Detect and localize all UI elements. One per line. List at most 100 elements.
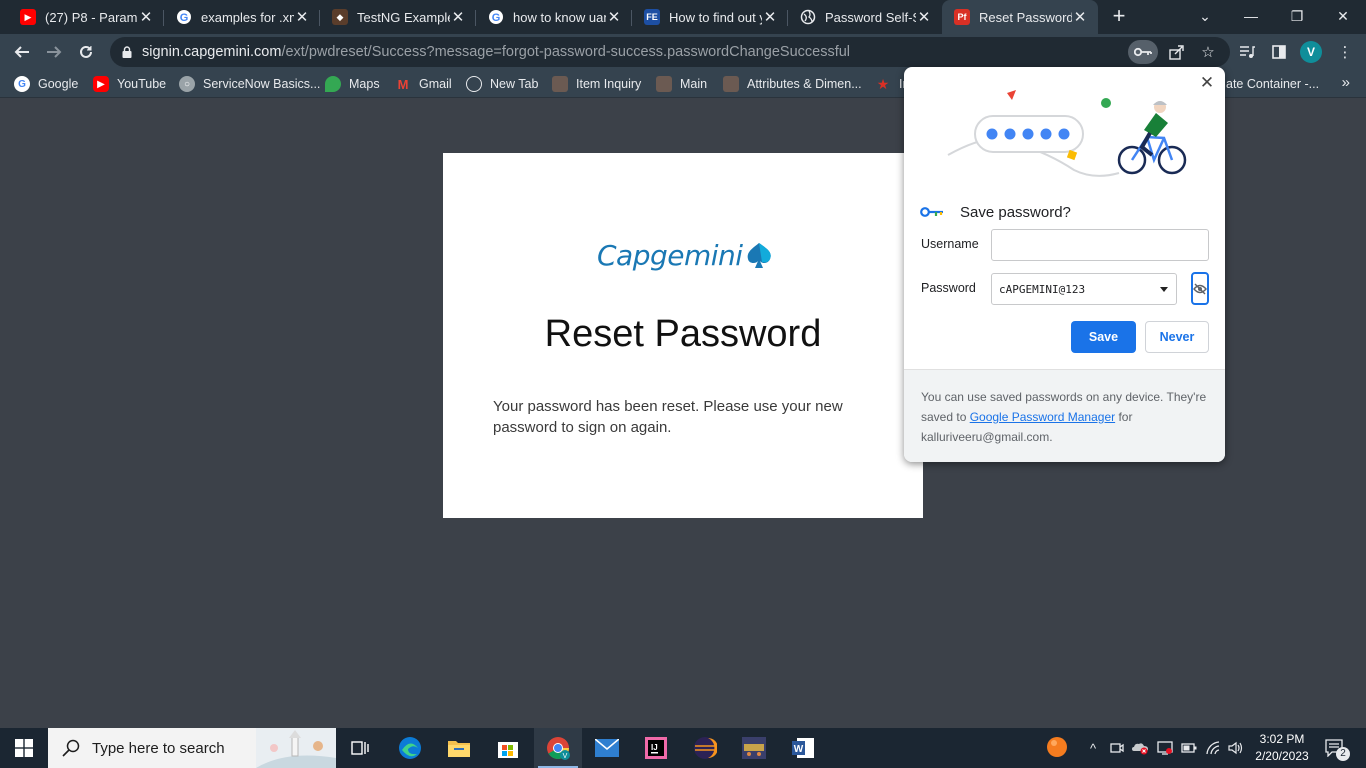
reload-button[interactable] <box>72 38 100 66</box>
tab-strip: ▶ (27) P8 - Paramet ✕ G examples for .xm… <box>0 0 1366 34</box>
close-icon[interactable]: ✕ <box>1072 8 1088 26</box>
close-icon[interactable]: ✕ <box>606 8 622 26</box>
bookmark-attributes[interactable]: Attributes & Dimen... <box>723 75 862 93</box>
bookmark-label: ate Container -... <box>1226 77 1320 91</box>
tab-fe[interactable]: FE How to find out y ✕ <box>632 0 788 34</box>
dialog-title: Save password? <box>960 203 1071 221</box>
clock-date: 2/20/2023 <box>1255 749 1309 763</box>
bookmark-google[interactable]: G Google <box>14 75 78 93</box>
tab-password-self-service[interactable]: Password Self-Se ✕ <box>788 0 942 34</box>
tab-title: (27) P8 - Paramet <box>45 9 138 25</box>
close-icon[interactable]: ✕ <box>138 8 154 26</box>
tab-reset-password[interactable]: Pf Reset Password ✕ <box>942 0 1098 34</box>
svg-text:IJ: IJ <box>651 743 658 752</box>
orange-app-icon[interactable] <box>1046 736 1068 758</box>
system-clock[interactable]: 3:02 PM 2/20/2023 <box>1247 731 1317 765</box>
task-view-button[interactable] <box>336 728 384 768</box>
bookmark-star-icon[interactable]: ☆ <box>1198 42 1218 62</box>
file-explorer-app[interactable] <box>435 728 483 768</box>
bookmark-youtube[interactable]: ▶ YouTube <box>93 75 166 93</box>
mail-app[interactable] <box>583 728 631 768</box>
kebab-menu-icon[interactable]: ⋮ <box>1335 42 1355 62</box>
cyclist-illustration <box>947 90 1187 177</box>
item-icon <box>552 76 568 92</box>
never-button[interactable]: Never <box>1145 321 1209 353</box>
close-icon[interactable]: ✕ <box>916 8 932 26</box>
save-button[interactable]: Save <box>1071 321 1136 353</box>
password-select[interactable]: cAPGEMINI@123 <box>991 273 1177 305</box>
google-icon: G <box>488 9 504 25</box>
intellij-icon: IJ <box>645 737 667 759</box>
close-icon[interactable]: ✕ <box>450 8 466 26</box>
chrome-app[interactable]: V <box>534 728 582 768</box>
tab-testng[interactable]: ◆ TestNG Examples ✕ <box>320 0 476 34</box>
search-highlight-art <box>256 728 336 768</box>
spade-icon <box>747 243 771 268</box>
wifi-icon[interactable] <box>1203 738 1223 758</box>
password-key-icon[interactable] <box>1128 40 1158 64</box>
tab-google-xml[interactable]: G examples for .xml ✕ <box>164 0 320 34</box>
bookmarks-overflow-icon[interactable]: » <box>1342 74 1350 91</box>
volume-icon[interactable] <box>1226 738 1246 758</box>
tab-title: TestNG Examples <box>357 9 450 25</box>
game-app[interactable] <box>730 728 778 768</box>
microsoft-store-app[interactable] <box>484 728 532 768</box>
bookmark-item-inquiry[interactable]: Item Inquiry <box>552 75 641 93</box>
tab-title: how to know uan <box>513 9 606 25</box>
windows-taskbar: Type here to search V IJ W ^ 3:02 PM 2/2… <box>0 728 1366 768</box>
close-icon[interactable]: ✕ <box>294 8 310 26</box>
forward-button[interactable] <box>40 38 68 66</box>
youtube-icon: ▶ <box>93 76 109 92</box>
dropdown-caret-icon <box>1160 286 1168 292</box>
onedrive-icon[interactable] <box>1130 738 1150 758</box>
bookmark-label: Main <box>680 77 708 91</box>
bookmark-maps[interactable]: Maps <box>325 75 380 93</box>
minimize-button[interactable]: — <box>1228 0 1274 32</box>
address-bar[interactable]: signin.capgemini.com/ext/pwdreset/Succes… <box>110 37 1230 67</box>
bookmark-servicenow[interactable]: ○ ServiceNow Basics... <box>179 75 320 93</box>
bookmark-new-tab[interactable]: New Tab <box>466 75 538 93</box>
testng-icon: ◆ <box>332 9 348 25</box>
tab-google-uan[interactable]: G how to know uan ✕ <box>476 0 632 34</box>
bookmark-container[interactable]: ate Container -... <box>1226 75 1319 93</box>
tab-title: Password Self-Se <box>825 9 916 25</box>
battery-icon[interactable] <box>1179 738 1199 758</box>
tab-search-chevron-icon[interactable]: ⌄ <box>1182 0 1228 32</box>
close-icon[interactable]: ✕ <box>762 8 778 26</box>
bookmark-gmail[interactable]: M Gmail <box>395 75 452 93</box>
edge-icon <box>399 737 421 759</box>
meet-now-icon[interactable] <box>1107 738 1127 758</box>
show-hidden-icons-icon[interactable]: ^ <box>1083 738 1103 758</box>
start-button[interactable] <box>0 728 48 768</box>
toggle-password-visibility-button[interactable] <box>1191 272 1209 305</box>
new-tab-button[interactable]: + <box>1108 5 1130 27</box>
back-arrow-icon <box>14 46 29 58</box>
username-field[interactable] <box>991 229 1209 261</box>
bookmark-label: Item Inquiry <box>576 77 642 91</box>
word-app[interactable]: W <box>779 728 827 768</box>
close-icon[interactable]: ✕ <box>1197 73 1217 93</box>
success-message: Your password has been reset. Please use… <box>493 398 843 436</box>
restore-button[interactable]: ❐ <box>1274 0 1320 32</box>
taskbar-search-box[interactable]: Type here to search <box>48 728 336 768</box>
intellij-app[interactable]: IJ <box>632 728 680 768</box>
share-icon[interactable] <box>1166 42 1186 62</box>
display-icon[interactable] <box>1155 738 1175 758</box>
password-manager-link[interactable]: Google Password Manager <box>970 410 1115 424</box>
notification-center-icon[interactable]: 2 <box>1322 737 1350 761</box>
tab-youtube[interactable]: ▶ (27) P8 - Paramet ✕ <box>8 0 164 34</box>
bookmark-label: Attributes & Dimen... <box>747 77 862 91</box>
username-label: Username <box>921 237 979 251</box>
browser-toolbar: signin.capgemini.com/ext/pwdreset/Succes… <box>0 34 1366 70</box>
media-controls-icon[interactable] <box>1237 42 1257 62</box>
back-button[interactable] <box>8 38 36 66</box>
window-close-button[interactable]: ✕ <box>1320 0 1366 32</box>
side-panel-icon[interactable] <box>1269 42 1289 62</box>
eclipse-app[interactable] <box>681 728 729 768</box>
edge-app[interactable] <box>386 728 434 768</box>
word-icon: W <box>792 738 814 758</box>
profile-avatar[interactable]: V <box>1300 41 1322 63</box>
bookmark-main[interactable]: Main <box>656 75 707 93</box>
lock-icon[interactable] <box>122 46 132 58</box>
item-icon <box>656 76 672 92</box>
